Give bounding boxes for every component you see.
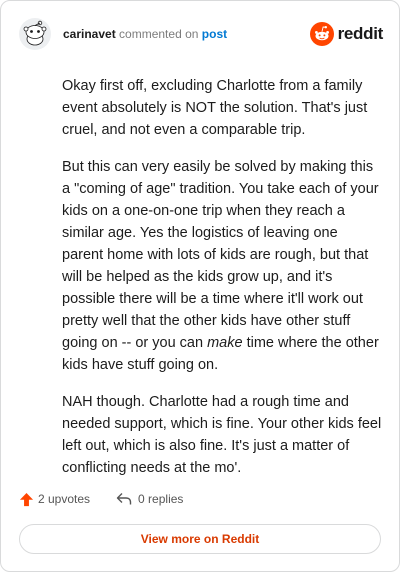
- reddit-wordmark: reddit: [337, 24, 384, 43]
- reddit-snoo-avatar-icon[interactable]: [19, 18, 51, 50]
- reddit-brand[interactable]: reddit: [309, 22, 384, 46]
- action-text: commented on: [119, 27, 199, 41]
- reddit-logo-icon: [309, 22, 334, 46]
- comment-footer: 2 upvotes 0 replies: [19, 488, 183, 510]
- comment-body: Okay first off, excluding Charlotte from…: [62, 75, 382, 494]
- paragraph-text: Okay first off, excluding Charlotte from…: [62, 78, 368, 138]
- reply-button[interactable]: 0 replies: [116, 492, 183, 506]
- comment-paragraph: Okay first off, excluding Charlotte from…: [62, 75, 382, 141]
- comment-embed-card: carinavet commented on post reddit Okay …: [0, 0, 400, 572]
- comment-paragraph: But this can very easily be solved by ma…: [62, 156, 382, 376]
- upvote-arrow-icon: [19, 492, 34, 506]
- paragraph-text: NAH though. Charlotte had a rough time a…: [62, 394, 382, 476]
- paragraph-text: But this can very easily be solved by ma…: [62, 159, 379, 351]
- emphasis-text: make: [207, 335, 243, 351]
- reply-arrow-icon: [116, 493, 132, 505]
- username-link[interactable]: carinavet: [63, 27, 116, 41]
- comment-meta: carinavet commented on post: [63, 27, 227, 41]
- comment-paragraph: NAH though. Charlotte had a rough time a…: [62, 391, 382, 479]
- post-link[interactable]: post: [202, 27, 227, 41]
- upvote-count: 2 upvotes: [38, 492, 91, 506]
- view-more-button[interactable]: View more on Reddit: [19, 524, 381, 554]
- comment-header: carinavet commented on post reddit: [19, 18, 383, 54]
- reply-count: 0 replies: [138, 492, 184, 506]
- upvote-button[interactable]: 2 upvotes: [19, 492, 90, 507]
